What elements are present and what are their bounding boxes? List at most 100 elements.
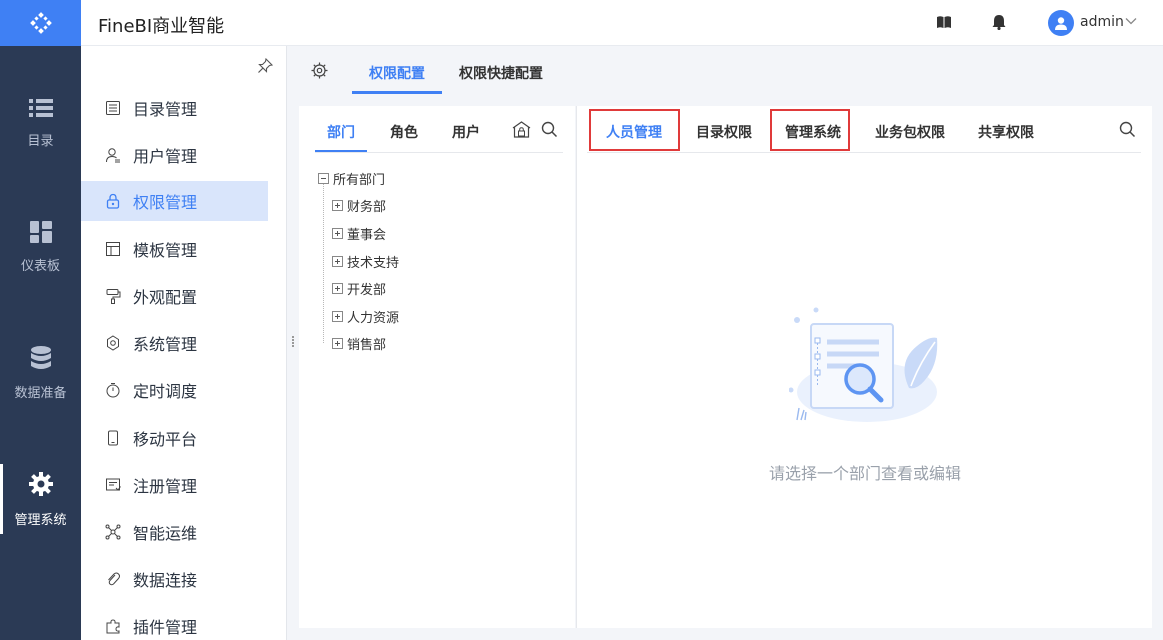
catalog-manage-icon bbox=[105, 100, 121, 116]
settings-gear-icon[interactable] bbox=[311, 62, 328, 79]
menu-item-label: 注册管理 bbox=[133, 477, 198, 496]
panel-resize-handle[interactable] bbox=[291, 335, 295, 349]
tab-catalog-permission[interactable]: 目录权限 bbox=[696, 122, 752, 142]
plugin-icon bbox=[105, 618, 121, 634]
menu-item-label: 插件管理 bbox=[133, 618, 198, 637]
tab-department[interactable]: 部门 bbox=[327, 122, 355, 142]
permission-detail-panel: 人员管理 目录权限 管理系统 业务包权限 共享权限 请选择一个部门查看或编辑 bbox=[576, 106, 1152, 628]
expand-icon[interactable] bbox=[332, 228, 343, 239]
user-name[interactable]: admin bbox=[1080, 14, 1124, 30]
rail-item-admin[interactable]: 管理系统 bbox=[0, 464, 81, 534]
tree-node[interactable]: 开发部 bbox=[332, 279, 386, 298]
rail-item-catalog[interactable]: 目录 bbox=[0, 88, 81, 158]
tree-node-label: 销售部 bbox=[347, 338, 387, 353]
active-tab-indicator bbox=[352, 91, 442, 94]
link-icon bbox=[105, 571, 121, 587]
bell-icon[interactable] bbox=[992, 14, 1006, 30]
menu-item-label: 移动平台 bbox=[133, 430, 198, 449]
catalog-list-icon bbox=[28, 98, 53, 117]
empty-state-message: 请选择一个部门查看或编辑 bbox=[768, 464, 961, 483]
tree-guide-line bbox=[323, 183, 324, 343]
tab-role[interactable]: 角色 bbox=[390, 122, 418, 142]
tab-user[interactable]: 用户 bbox=[452, 122, 480, 142]
register-icon bbox=[105, 477, 121, 493]
menu-item-label: 数据连接 bbox=[133, 571, 198, 590]
avatar[interactable] bbox=[1048, 10, 1074, 36]
menu-item-label: 定时调度 bbox=[133, 382, 198, 401]
menu-item-label: 模板管理 bbox=[133, 241, 198, 260]
tree-node[interactable]: 董事会 bbox=[332, 224, 386, 243]
menu-item-template[interactable]: 模板管理 bbox=[81, 229, 268, 269]
gear-icon bbox=[28, 471, 53, 496]
menu-item-label: 目录管理 bbox=[133, 100, 198, 119]
tree-node-label: 董事会 bbox=[347, 228, 387, 243]
expand-icon[interactable] bbox=[332, 256, 343, 267]
highlight-box bbox=[589, 109, 680, 151]
divider bbox=[587, 152, 1141, 153]
paint-roller-icon bbox=[105, 288, 121, 304]
menu-item-system[interactable]: 系统管理 bbox=[81, 323, 268, 363]
user-avatar-icon bbox=[1055, 17, 1067, 30]
menu-item-label: 外观配置 bbox=[133, 288, 198, 307]
tree-node[interactable]: 财务部 bbox=[332, 196, 386, 215]
menu-item-ops[interactable]: 智能运维 bbox=[81, 512, 268, 552]
app-logo[interactable] bbox=[0, 0, 81, 46]
tree-node-label: 技术支持 bbox=[347, 256, 400, 271]
ops-network-icon bbox=[105, 524, 121, 540]
menu-item-label: 智能运维 bbox=[133, 524, 198, 543]
chevron-down-icon[interactable] bbox=[1125, 17, 1137, 25]
rail-item-label: 仪表板 bbox=[20, 258, 60, 274]
tree-node-label: 开发部 bbox=[347, 283, 387, 298]
top-header: FineBI商业智能 admin bbox=[81, 0, 1163, 46]
menu-item-schedule[interactable]: 定时调度 bbox=[81, 370, 268, 410]
menu-item-label: 系统管理 bbox=[133, 335, 198, 354]
tree-node[interactable]: 人力资源 bbox=[332, 307, 399, 326]
expand-icon[interactable] bbox=[332, 338, 343, 349]
tree-node-root[interactable]: 所有部门 bbox=[318, 169, 385, 188]
tree-node-label: 人力资源 bbox=[347, 311, 400, 326]
tab-shared-permission[interactable]: 共享权限 bbox=[978, 122, 1034, 142]
expand-icon[interactable] bbox=[332, 311, 343, 322]
tree-node[interactable]: 技术支持 bbox=[332, 252, 399, 271]
rail-item-label: 数据准备 bbox=[14, 385, 67, 401]
nav-rail: 目录 仪表板 数据准备 管理系统 bbox=[0, 0, 81, 640]
timer-icon bbox=[105, 382, 121, 398]
expand-icon[interactable] bbox=[332, 283, 343, 294]
tab-permission-quick-config[interactable]: 权限快捷配置 bbox=[459, 63, 543, 83]
search-icon[interactable] bbox=[541, 121, 558, 138]
menu-item-user-manage[interactable]: 用户管理 bbox=[81, 135, 268, 175]
divider bbox=[315, 152, 563, 153]
settings-icon bbox=[105, 335, 121, 351]
finebi-logo-icon bbox=[29, 12, 52, 34]
menu-item-label: 权限管理 bbox=[133, 193, 198, 212]
menu-item-mobile[interactable]: 移动平台 bbox=[81, 418, 268, 458]
rail-item-label: 目录 bbox=[27, 133, 54, 149]
expand-icon[interactable] bbox=[332, 200, 343, 211]
tab-permission-config[interactable]: 权限配置 bbox=[369, 63, 425, 83]
tab-business-package-permission[interactable]: 业务包权限 bbox=[875, 122, 945, 142]
lock-house-icon[interactable] bbox=[512, 121, 531, 138]
tree-node-label: 财务部 bbox=[347, 200, 387, 215]
mobile-icon bbox=[105, 430, 121, 446]
tree-node[interactable]: 销售部 bbox=[332, 334, 386, 353]
template-icon bbox=[105, 241, 121, 257]
menu-item-permission[interactable]: 权限管理 bbox=[81, 181, 268, 221]
main-tabs: 权限配置 权限快捷配置 bbox=[288, 46, 1163, 94]
user-manage-icon bbox=[105, 147, 121, 163]
menu-item-register[interactable]: 注册管理 bbox=[81, 465, 268, 505]
book-icon[interactable] bbox=[936, 14, 952, 30]
menu-item-label: 用户管理 bbox=[133, 147, 198, 166]
search-icon[interactable] bbox=[1119, 121, 1136, 138]
collapse-icon[interactable] bbox=[318, 173, 329, 184]
database-icon bbox=[30, 345, 51, 369]
rail-item-data-prep[interactable]: 数据准备 bbox=[0, 338, 81, 408]
menu-item-catalog-manage[interactable]: 目录管理 bbox=[81, 88, 268, 128]
menu-item-data-connection[interactable]: 数据连接 bbox=[81, 559, 268, 599]
pin-icon[interactable] bbox=[257, 58, 273, 74]
tree-node-label: 所有部门 bbox=[333, 173, 386, 188]
menu-item-appearance[interactable]: 外观配置 bbox=[81, 276, 268, 316]
menu-item-plugin[interactable]: 插件管理 bbox=[81, 606, 268, 640]
app-title: FineBI商业智能 bbox=[98, 16, 225, 37]
rail-item-dashboard[interactable]: 仪表板 bbox=[0, 212, 81, 282]
lock-icon bbox=[105, 193, 121, 209]
